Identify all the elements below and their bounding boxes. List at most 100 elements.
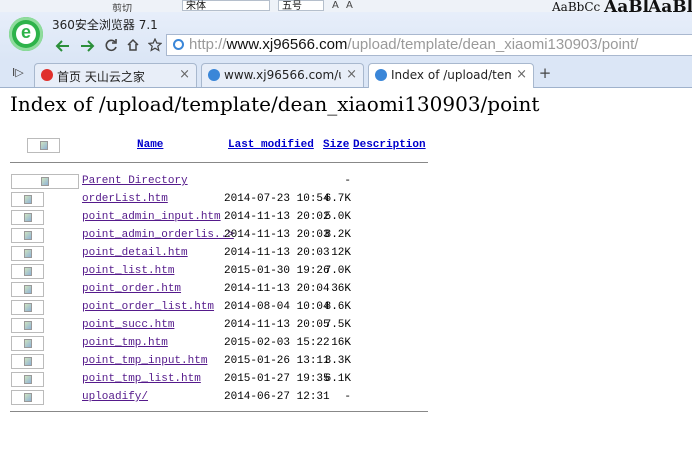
sort-by-size-link[interactable]: Size (323, 139, 349, 151)
reload-button[interactable] (102, 38, 120, 54)
weibo-favicon-icon (41, 69, 53, 81)
tab-close-button[interactable]: × (346, 67, 357, 82)
file-link[interactable]: uploadify/ (82, 391, 148, 403)
file-row: point_tmp_input.htm 2015-01-26 13:11 3.3K (0, 353, 440, 371)
star-icon (147, 37, 163, 52)
file-row: point_detail.htm 2014-11-13 20:03 12K (0, 245, 440, 263)
file-row: orderList.htm 2014-07-23 10:54 6.7K (0, 191, 440, 209)
sidebar-toggle-button[interactable]: I▷ (12, 66, 24, 79)
file-row: point_tmp.htm 2015-02-03 15:22 16K (0, 335, 440, 353)
page-title: Index of /upload/template/dean_xiaomi130… (10, 92, 540, 116)
back-button[interactable] (54, 38, 72, 54)
broken-image-icon (11, 210, 44, 225)
file-link[interactable]: point_tmp_list.htm (82, 373, 201, 385)
ie-favicon-icon (375, 69, 387, 81)
home-icon (127, 38, 139, 51)
parent-directory-row: Parent Directory - (0, 173, 440, 191)
file-row: point_list.htm 2015-01-30 19:26 7.0K (0, 263, 440, 281)
tab-index-active[interactable]: Index of /upload/temp × (368, 63, 534, 88)
ie-favicon-icon (208, 69, 220, 81)
tab-close-button[interactable]: × (516, 67, 527, 82)
parent-directory-link[interactable]: Parent Directory (82, 175, 188, 187)
row-size: - (344, 391, 351, 403)
globe-icon (173, 39, 184, 50)
file-row: point_order.htm 2014-11-13 20:04 36K (0, 281, 440, 299)
row-size: 5.0K (324, 211, 351, 223)
row-modified: 2014-11-13 20:03 (224, 247, 330, 259)
broken-image-icon (11, 264, 44, 279)
row-modified: 2014-11-13 20:04 (224, 283, 330, 295)
tab-label: www.xj96566.com/upl (224, 68, 341, 82)
address-bar[interactable]: http://www.xj96566.com/upload/template/d… (166, 34, 692, 56)
row-size: 8.6K (324, 301, 351, 313)
file-row: point_admin_input.htm 2014-11-13 20:02 5.0… (0, 209, 440, 227)
file-row: uploadify/2014-06-27 12:31 - (0, 389, 440, 407)
row-size: 6.1K (324, 373, 351, 385)
sort-by-modified-link[interactable]: Last modified (228, 139, 314, 151)
tab-label: Index of /upload/temp (391, 68, 511, 82)
file-link[interactable]: point_tmp.htm (82, 337, 168, 349)
row-modified: 2015-01-26 13:11 (224, 355, 330, 367)
file-link[interactable]: orderList.htm (82, 193, 168, 205)
row-modified: 2015-01-27 19:35 (224, 373, 330, 385)
footer-divider (10, 411, 428, 412)
file-link[interactable]: point_admin_orderlis..> (82, 229, 234, 241)
file-row: point_tmp_list.htm 2015-01-27 19:35 6.1K (0, 371, 440, 389)
favorite-button[interactable] (146, 37, 164, 54)
broken-image-icon (11, 354, 44, 369)
row-size: 6.7K (324, 193, 351, 205)
forward-button[interactable] (78, 38, 96, 54)
tab-label: 首页 天山云之家 (57, 70, 145, 84)
row-size: 12K (331, 247, 351, 259)
home-button[interactable] (124, 38, 142, 54)
row-modified: 2015-02-03 15:22 (224, 337, 330, 349)
row-modified: 2014-07-23 10:54 (224, 193, 330, 205)
file-link[interactable]: point_succ.htm (82, 319, 174, 331)
header-divider (10, 162, 428, 163)
row-modified: 2015-01-30 19:26 (224, 265, 330, 277)
address-url: http://www.xj96566.com/upload/template/d… (189, 36, 639, 53)
broken-image-icon (11, 318, 44, 333)
broken-image-icon (11, 228, 44, 243)
sort-by-name-link[interactable]: Name (137, 139, 163, 151)
broken-image-icon (11, 246, 44, 261)
row-size: 8.2K (324, 229, 351, 241)
arrow-right-icon (81, 40, 95, 52)
sort-by-description-link[interactable]: Description (353, 139, 426, 151)
arrow-left-icon (55, 40, 69, 52)
row-size: 3.3K (324, 355, 351, 367)
row-size: 36K (331, 283, 351, 295)
tab-home[interactable]: 首页 天山云之家 × (34, 63, 197, 87)
broken-image-icon (11, 282, 44, 297)
row-modified: 2014-11-13 20:02 (224, 211, 330, 223)
row-size: 7.5K (324, 319, 351, 331)
file-link[interactable]: point_order_list.htm (82, 301, 214, 313)
file-row: point_admin_orderlis..> 2014-11-13 20:03 8… (0, 227, 440, 245)
file-link[interactable]: point_order.htm (82, 283, 181, 295)
reload-icon (105, 39, 117, 52)
broken-image-icon (11, 336, 44, 351)
file-link[interactable]: point_detail.htm (82, 247, 188, 259)
row-modified: 2014-11-13 20:05 (224, 319, 330, 331)
file-link[interactable]: point_tmp_input.htm (82, 355, 207, 367)
shrink-font-button[interactable]: A (346, 0, 353, 11)
grow-font-button[interactable]: A (332, 0, 339, 11)
tab-close-button[interactable]: × (179, 67, 190, 82)
browser-logo-icon[interactable]: e (9, 17, 43, 51)
font-size-box[interactable]: 五号 (278, 0, 324, 12)
file-link[interactable]: point_list.htm (82, 265, 174, 277)
row-size: - (344, 175, 351, 187)
row-modified: 2014-08-04 10:04 (224, 301, 330, 313)
browser-title: 360安全浏览器 7.1 (52, 18, 158, 32)
broken-image-icon (11, 192, 44, 207)
new-tab-button[interactable]: + (537, 64, 553, 82)
row-modified: 2014-06-27 12:31 (224, 391, 330, 403)
font-name-box[interactable]: 宋体 (182, 0, 270, 12)
broken-image-icon (11, 300, 44, 315)
file-link[interactable]: point_admin_input.htm (82, 211, 221, 223)
row-modified: 2014-11-13 20:03 (224, 229, 330, 241)
file-row: point_order_list.htm 2014-08-04 10:04 8.6K (0, 299, 440, 317)
tab-site[interactable]: www.xj96566.com/upl × (201, 63, 364, 87)
row-size: 7.0K (324, 265, 351, 277)
file-row: point_succ.htm 2014-11-13 20:05 7.5K (0, 317, 440, 335)
